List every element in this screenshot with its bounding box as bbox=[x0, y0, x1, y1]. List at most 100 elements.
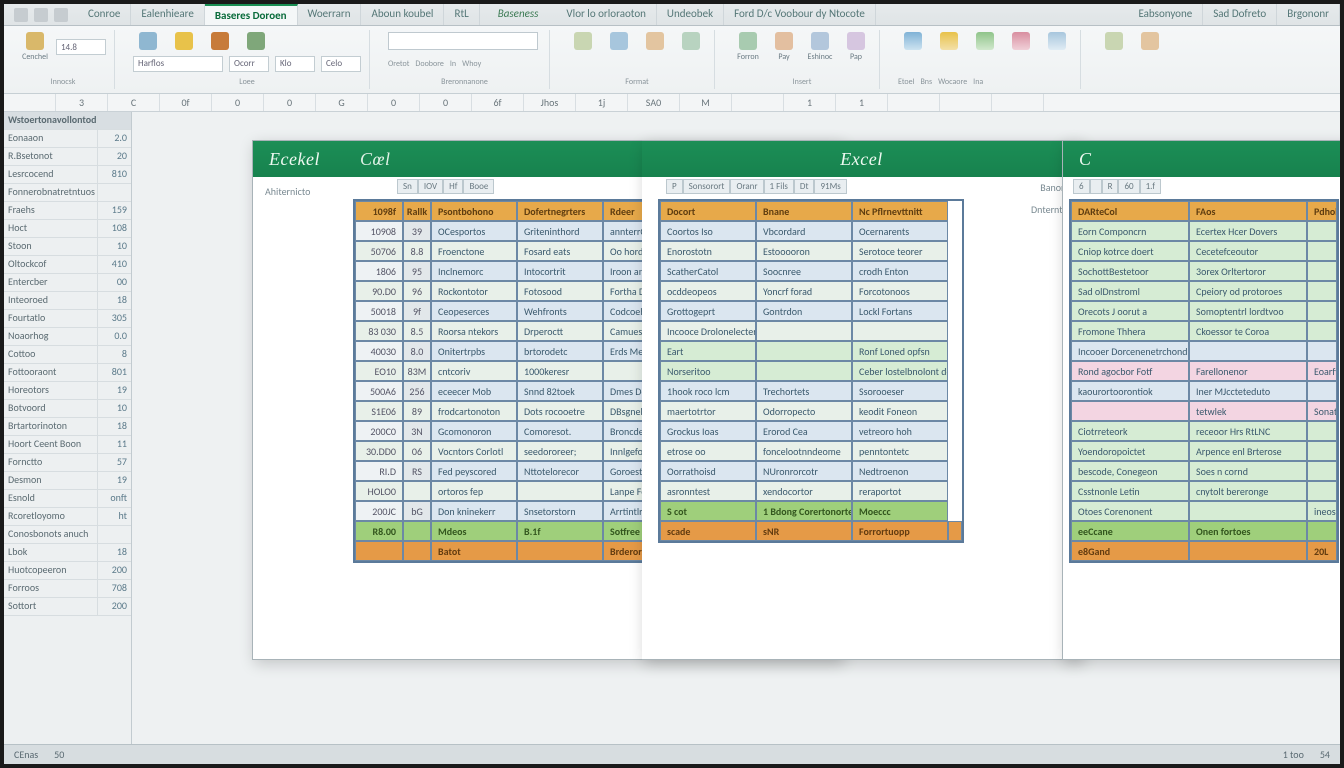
table-row[interactable]: YoendoropoictetArpence enl Brterose bbox=[1071, 441, 1337, 461]
column-header[interactable]: 6f bbox=[472, 94, 524, 111]
table-cell[interactable]: cnytolt bereronge bbox=[1189, 481, 1307, 501]
table-cell[interactable]: Sonat bbox=[1307, 401, 1337, 421]
table-cell[interactable]: sNR bbox=[756, 521, 852, 541]
table-cell[interactable] bbox=[756, 341, 852, 361]
table-row[interactable]: Grockus IoasErorod Ceavetreoro hoh bbox=[660, 421, 962, 441]
table-row[interactable]: Cniop kotrce doertCecetefceoutor bbox=[1071, 241, 1337, 261]
table-cell[interactable]: tetwlek bbox=[1189, 401, 1307, 421]
table-cell[interactable]: NUronrorcotr bbox=[756, 461, 852, 481]
table-cell[interactable]: 40030 bbox=[355, 341, 403, 361]
table-cell[interactable]: frodcartonoton bbox=[431, 401, 517, 421]
column-header[interactable] bbox=[732, 94, 784, 111]
table-cell[interactable]: Yoendoropoictet bbox=[1071, 441, 1189, 461]
ribbon-tab-3[interactable]: Woerrarn bbox=[298, 4, 362, 25]
table-cell[interactable]: Dots rocooetre bbox=[517, 401, 603, 421]
left-panel-row[interactable]: Eonaaon2.0 bbox=[4, 130, 131, 148]
table-cell[interactable]: Ssorooeser bbox=[852, 381, 948, 401]
table-cell[interactable]: scade bbox=[660, 521, 756, 541]
left-panel-row[interactable]: Hoort Ceent Boon11 bbox=[4, 436, 131, 454]
table-cell[interactable]: Enorostotn bbox=[660, 241, 756, 261]
table-cell[interactable]: Cpeiory od protoroes bbox=[1189, 281, 1307, 301]
table-row[interactable]: Rond agocbor FotfFarellonenorEoarfy bbox=[1071, 361, 1337, 381]
window2-table[interactable]: DocortBnaneNc PflrnevttnittCoortos IsoVb… bbox=[658, 199, 964, 543]
left-panel-row[interactable]: Hoct108 bbox=[4, 220, 131, 238]
table-cell[interactable]: Ciotrreteork bbox=[1071, 421, 1189, 441]
column-header[interactable] bbox=[4, 94, 56, 111]
table-cell[interactable]: Ronf Loned opfsn bbox=[852, 341, 948, 361]
worksheet-canvas[interactable]: Ecekel Cœl Ahiternicto SnIOVHfBooe 1098f… bbox=[132, 112, 1340, 744]
table-cell[interactable]: Ocernarents bbox=[852, 221, 948, 241]
table-cell[interactable] bbox=[403, 541, 431, 561]
table-row[interactable]: tetwlekSonat bbox=[1071, 401, 1337, 421]
table-cell[interactable] bbox=[756, 361, 852, 381]
table-cell[interactable]: ineos bbox=[1307, 501, 1337, 521]
table-cell[interactable]: Snnd 82toek bbox=[517, 381, 603, 401]
table-cell[interactable]: RS bbox=[403, 461, 431, 481]
left-panel-row[interactable]: Entercber00 bbox=[4, 274, 131, 292]
table-cell[interactable]: 9f bbox=[403, 301, 431, 321]
table-cell[interactable]: foncelootnndeome bbox=[756, 441, 852, 461]
ribbon-tab-8[interactable]: Ford D/c Voobour dy Ntocote bbox=[724, 4, 876, 25]
ribbon-tab-1[interactable]: Ealenhieare bbox=[131, 4, 204, 25]
table-row[interactable]: EartRonf Loned opfsn bbox=[660, 341, 962, 361]
table-row[interactable]: Sad olDnstromlCpeiory od protoroes bbox=[1071, 281, 1337, 301]
end-btn-1[interactable] bbox=[1099, 32, 1129, 50]
table-cell[interactable]: Dofertnegrters bbox=[517, 201, 603, 221]
table-cell[interactable]: Oorrathoisd bbox=[660, 461, 756, 481]
left-panel-row[interactable]: Lesrcocend810 bbox=[4, 166, 131, 184]
table-cell[interactable]: 39 bbox=[403, 221, 431, 241]
borders-button[interactable] bbox=[241, 32, 271, 50]
table-cell[interactable]: crodh Enton bbox=[852, 261, 948, 281]
window3-titlebar[interactable]: C bbox=[1063, 141, 1340, 177]
table-cell[interactable]: 1098f bbox=[355, 201, 403, 221]
table-row[interactable]: ocddeopeosYoncrf foradForcotonoos bbox=[660, 281, 962, 301]
table-cell[interactable]: Norseritoo bbox=[660, 361, 756, 381]
style-btn-3[interactable] bbox=[640, 32, 670, 50]
table-cell[interactable]: Snsetorstorn bbox=[517, 501, 603, 521]
left-panel-row[interactable]: Sottort200 bbox=[4, 598, 131, 616]
table-cell[interactable]: 1000keresr bbox=[517, 361, 603, 381]
table-cell[interactable]: Csstnonle Letin bbox=[1071, 481, 1189, 501]
table-cell[interactable] bbox=[1307, 241, 1337, 261]
table-cell[interactable]: etrose oo bbox=[660, 441, 756, 461]
table-row[interactable]: GrottogeprtGontrdonLockl Fortans bbox=[660, 301, 962, 321]
table-cell[interactable] bbox=[1307, 421, 1337, 441]
ribbon-tab-7[interactable]: Undeobek bbox=[657, 4, 724, 25]
table-cell[interactable] bbox=[517, 541, 603, 561]
table-cell[interactable]: Drperoctt bbox=[517, 321, 603, 341]
font-color-button[interactable] bbox=[205, 32, 235, 50]
left-panel-row[interactable]: Forroos708 bbox=[4, 580, 131, 598]
table-cell[interactable] bbox=[1307, 481, 1337, 501]
table-cell[interactable]: Grockus Ioas bbox=[660, 421, 756, 441]
table-cell[interactable]: 8.5 bbox=[403, 321, 431, 341]
ribbon-search-input[interactable] bbox=[388, 32, 538, 50]
table-cell[interactable]: Rallk bbox=[403, 201, 431, 221]
table-cell[interactable]: Incooce Drolonelecterbod Cortgoroche R.B bbox=[660, 321, 756, 341]
table-cell[interactable] bbox=[756, 321, 852, 341]
table-cell[interactable]: R8.00 bbox=[355, 521, 403, 541]
table-cell[interactable]: Ceber lostelbnolont deodes bbox=[852, 361, 948, 381]
table-row[interactable]: S cot1 Bdong CorertonortetsMoeccc bbox=[660, 501, 962, 521]
column-header[interactable] bbox=[940, 94, 992, 111]
table-cell[interactable]: 256 bbox=[403, 381, 431, 401]
table-cell[interactable]: Rond agocbor Fotf bbox=[1071, 361, 1189, 381]
table-cell[interactable]: ortoros fep bbox=[431, 481, 517, 501]
table-cell[interactable] bbox=[1307, 301, 1337, 321]
table-cell[interactable] bbox=[403, 521, 431, 541]
table-cell[interactable]: Nedtroenon bbox=[852, 461, 948, 481]
ribbon-tab-2[interactable]: Baseres Doroen bbox=[205, 4, 298, 25]
left-panel-row[interactable]: Huotcopeeron200 bbox=[4, 562, 131, 580]
table-row[interactable]: 1hook roco lcmTrechortetsSsorooeser bbox=[660, 381, 962, 401]
table-row[interactable]: Incooer Dorcenenetrchond Cbooserges Sn bbox=[1071, 341, 1337, 361]
bold-button[interactable] bbox=[133, 32, 163, 50]
table-cell[interactable]: Comoresot. bbox=[517, 421, 603, 441]
column-header[interactable] bbox=[992, 94, 1044, 111]
table-cell[interactable] bbox=[1307, 381, 1337, 401]
table-cell[interactable]: Fromone Thhera bbox=[1071, 321, 1189, 341]
table-row[interactable]: DocortBnaneNc Pflrnevttnitt bbox=[660, 201, 962, 221]
table-cell[interactable]: Odorropecto bbox=[756, 401, 852, 421]
table-cell[interactable]: SochottBestetoor bbox=[1071, 261, 1189, 281]
table-cell[interactable]: Bnane bbox=[756, 201, 852, 221]
table-row[interactable]: eeCcaneOnen fortoes bbox=[1071, 521, 1337, 541]
left-panel-row[interactable]: Noaorhog0.0 bbox=[4, 328, 131, 346]
